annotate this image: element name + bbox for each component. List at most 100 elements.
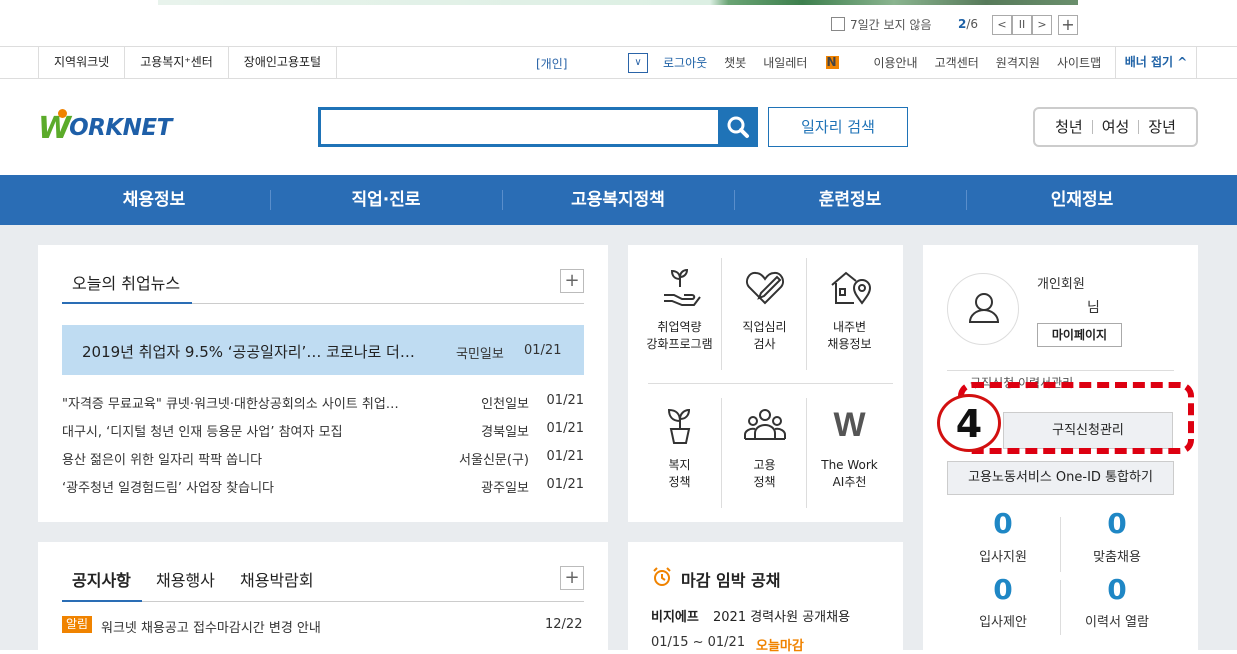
deadline-title: 마감 임박 공채 <box>681 571 781 590</box>
deadline-job[interactable]: 2021 경력사원 공개채용 <box>713 606 850 625</box>
deadline-company[interactable]: 비지에프 <box>651 606 699 625</box>
hand-sprout-icon <box>663 268 701 306</box>
nav-talent[interactable]: 인재정보 <box>966 175 1198 225</box>
job-search-button[interactable]: 일자리 검색 <box>768 107 908 147</box>
nav-divider <box>502 190 503 210</box>
banner-fold-button[interactable]: 배너 접기 ^ <box>1115 47 1197 78</box>
link-disabled-portal[interactable]: 장애인고용포털 <box>229 47 338 78</box>
news-item-title[interactable]: 대구시, ‘디지털 청년 인재 등용문 사업’ 참여자 모집 <box>62 421 343 440</box>
remote-support-link[interactable]: 원격지원 <box>996 54 1040 71</box>
people-group-icon <box>743 409 786 440</box>
letter-link[interactable]: 내일레터 N <box>763 54 856 71</box>
service-psych-test[interactable]: 직업심리 검사 <box>722 265 807 353</box>
banner-next-button[interactable]: > <box>1032 15 1052 35</box>
news-item-title[interactable]: 용산 젊은이 위한 일자리 팍팍 쏩니다 <box>62 449 262 468</box>
notice-tab-underline <box>62 600 142 602</box>
news-item-source: 인천일보 <box>481 397 529 412</box>
quick-menu: 청년 여성 장년 <box>1033 107 1198 147</box>
banner-pagination: 2/6 <box>958 17 978 31</box>
service-competency[interactable]: 취업역량 강화프로그램 <box>637 265 722 353</box>
nav-recruit[interactable]: 채용정보 <box>38 175 270 225</box>
stat-match-count[interactable]: 0 <box>1057 507 1177 540</box>
nav-divider <box>966 190 967 210</box>
logo-text: ORKNET <box>69 115 172 141</box>
service-welfare-policy[interactable]: 복지 정책 <box>637 403 722 491</box>
member-name: 님 <box>1087 300 1100 316</box>
news-more-button[interactable]: + <box>560 269 584 293</box>
user-mode-label: [개인] <box>536 57 568 71</box>
search-button[interactable] <box>718 107 758 147</box>
banner-add-button[interactable]: + <box>1058 15 1078 35</box>
tab-events[interactable]: 채용행사 <box>156 567 215 591</box>
hide-week-label[interactable]: 7일간 보지 않음 <box>850 16 932 33</box>
stat-resume-label: 이력서 열람 <box>1085 615 1149 630</box>
alarm-clock-icon <box>653 567 671 586</box>
letter-label: 내일레터 <box>763 56 808 70</box>
oneid-button[interactable]: 고용노동서비스 One-ID 통합하기 <box>947 461 1174 495</box>
nav-career[interactable]: 직업·진로 <box>270 175 502 225</box>
family-sites: 지역워크넷 고용복지⁺센터 장애인고용포털 <box>38 47 338 78</box>
banner-page-total: /6 <box>966 17 979 31</box>
banner-pause-button[interactable]: II <box>1012 15 1032 35</box>
member-divider <box>947 370 1174 371</box>
mypage-button[interactable]: 마이페이지 <box>1037 323 1122 347</box>
service-hdivider <box>648 383 893 384</box>
service-label: 정책 <box>668 475 691 489</box>
notice-item-title[interactable]: 워크넷 채용공고 접수마감시간 변경 안내 <box>101 617 321 636</box>
tab-job-fair[interactable]: 채용박람회 <box>240 567 314 591</box>
news-title[interactable]: 오늘의 취업뉴스 <box>72 270 180 294</box>
nav-training[interactable]: 훈련정보 <box>734 175 966 225</box>
service-label: 내주변 <box>832 320 867 334</box>
service-label: 강화프로그램 <box>646 337 713 351</box>
stat-divider <box>1060 580 1061 635</box>
service-label: 고용 <box>753 458 776 472</box>
mode-dropdown-chevron-icon[interactable]: ∨ <box>628 53 648 73</box>
avatar <box>947 273 1019 345</box>
deadline-status: 오늘마감 <box>756 639 804 654</box>
deadline-period: 01/15 ~ 01/21 <box>651 635 746 650</box>
sitemap-link[interactable]: 사이트맵 <box>1057 54 1101 71</box>
news-item-source: 광주일보 <box>481 481 529 496</box>
chatbot-link[interactable]: 챗봇 <box>724 54 746 71</box>
news-item-date: 01/21 <box>546 477 584 492</box>
quick-women[interactable]: 여성 <box>1093 120 1140 135</box>
news-item-title[interactable]: "자격증 무료교육" 큐넷·워크넷·대한상공회의소 사이트 취업… <box>62 393 399 412</box>
step-marker: 4 <box>937 394 1001 452</box>
news-item-source: 서울신문(구) <box>459 453 529 468</box>
user-icon <box>968 293 1000 323</box>
top-banner: 7일간 보지 않음 2/6 < II > + <box>0 0 1237 46</box>
tab-notice[interactable]: 공지사항 <box>72 567 131 591</box>
stat-apply-count[interactable]: 0 <box>943 507 1063 540</box>
service-label: 복지 <box>668 458 691 472</box>
link-welfare-center[interactable]: 고용복지⁺센터 <box>125 47 229 78</box>
stat-resume-count[interactable]: 0 <box>1057 573 1177 606</box>
service-label: AI추천 <box>832 475 867 489</box>
nav-welfare-policy[interactable]: 고용복지정책 <box>502 175 734 225</box>
stat-offer-count[interactable]: 0 <box>943 573 1063 606</box>
headline-source: 국민일보 <box>456 347 504 362</box>
customer-center-link[interactable]: 고객센터 <box>935 54 979 71</box>
logout-link[interactable]: 로그아웃 <box>663 54 707 71</box>
new-badge: N <box>826 56 840 69</box>
service-thework-ai[interactable]: W The Work AI추천 <box>807 403 892 491</box>
service-label: The Work <box>821 458 878 472</box>
service-label: 정책 <box>753 475 776 489</box>
notice-more-button[interactable]: + <box>560 566 584 590</box>
link-local-worknet[interactable]: 지역워크넷 <box>38 47 126 78</box>
utility-bar: 지역워크넷 고용복지⁺센터 장애인고용포털 [개인] 로그아웃 챗봇 내일레터 N… <box>0 46 1237 79</box>
news-item-date: 01/21 <box>546 421 584 436</box>
quick-senior[interactable]: 장년 <box>1139 120 1185 135</box>
worknet-logo[interactable]: W ORKNET <box>38 108 172 146</box>
service-nearby-jobs[interactable]: 내주변 채용정보 <box>807 265 892 353</box>
nav-divider <box>734 190 735 210</box>
service-employment-policy[interactable]: 고용 정책 <box>722 403 807 491</box>
service-label: 취업역량 <box>657 320 702 334</box>
banner-prev-button[interactable]: < <box>992 15 1012 35</box>
banner-image[interactable] <box>158 0 1078 5</box>
news-item-title[interactable]: ‘광주청년 일경험드림’ 사업장 찾습니다 <box>62 477 274 496</box>
quick-youth[interactable]: 청년 <box>1046 120 1093 135</box>
search-input[interactable] <box>318 107 719 147</box>
hide-week-checkbox[interactable] <box>831 17 845 31</box>
guide-link[interactable]: 이용안내 <box>873 54 917 71</box>
headline-title[interactable]: 2019년 취업자 9.5% ‘공공일자리’… 코로나로 더… <box>82 341 415 362</box>
